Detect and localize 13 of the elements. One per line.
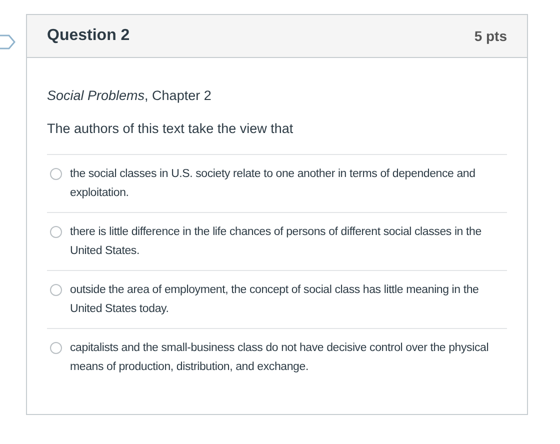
answer-option[interactable]: capitalists and the small-business class do not have decisive control over the physical means of production, distribution, and exchange. (70, 339, 507, 377)
answer-option[interactable]: the social classes in U.S. society relate to one another in terms of dependence and exploitation. (70, 165, 507, 203)
answer-option[interactable]: there is little difference in the life chances of persons of different social classes in the United States. (70, 223, 507, 261)
bookmark-icon[interactable] (0, 34, 16, 50)
radio-button[interactable] (50, 284, 62, 296)
question-title: Question 2 (47, 27, 130, 45)
points-label: 5 pts (474, 28, 507, 44)
radio-button[interactable] (50, 342, 62, 354)
question-text: The authors of this text take the view that (47, 121, 294, 136)
answer-option[interactable]: outside the area of employment, the concept of social class has little meaning in the United States today. (70, 281, 507, 319)
radio-button[interactable] (50, 226, 62, 238)
radio-button[interactable] (50, 168, 62, 180)
question-source: Social Problems, Chapter 2 (47, 88, 212, 103)
